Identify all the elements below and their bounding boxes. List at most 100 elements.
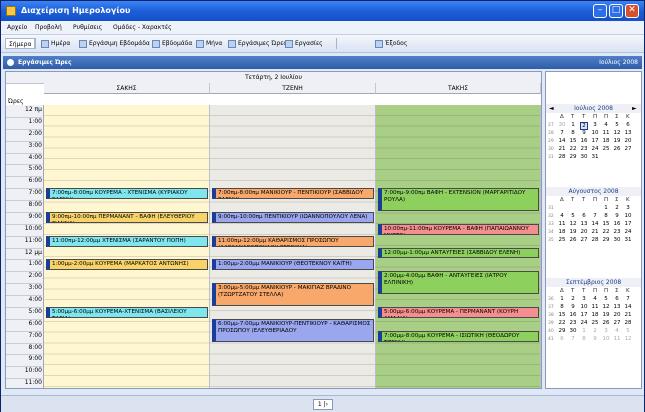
minicalendar-day[interactable]: 2 — [580, 122, 588, 130]
appointment-block[interactable]: 5:00μμ-6:00μμ ΚΟΥΡΕΜΑ-ΧΤΕΝΙΣΜΑ (ΒΑΣΙΛΕΙΟ… — [46, 306, 208, 318]
minicalendar-day[interactable]: 30 — [569, 328, 577, 334]
minicalendar-day[interactable]: 26 — [569, 237, 577, 243]
minicalendar-day[interactable]: 31 — [624, 237, 632, 243]
minicalendar-day[interactable]: 3 — [624, 205, 632, 211]
minicalendar-day[interactable]: 14 — [558, 138, 566, 144]
appointment-block[interactable]: 12:00μμ-1:00μμ ΑΝΤΑΥΓΕΙΕΣ (ΣΑΒΒΙΔΟΥ ΕΛΕΝ… — [378, 247, 539, 259]
minicalendar-day[interactable]: 15 — [558, 312, 566, 318]
appointment-block[interactable]: 6:00μμ-7:00μμ ΜΑΝΙΚΙΟΥΡ-ΠΕΝΤΙΚΙΟΥΡ - ΚΑΘ… — [212, 318, 374, 342]
minicalendar-day[interactable]: 12 — [569, 221, 577, 227]
minicalendar-day[interactable]: 3 — [580, 296, 588, 302]
minicalendar-day[interactable]: 3 — [602, 328, 610, 334]
minicalendar-day[interactable]: 27 — [580, 237, 588, 243]
minicalendar-day[interactable]: 10 — [624, 213, 632, 219]
minicalendar-day[interactable]: 8 — [569, 130, 577, 136]
minicalendar-day[interactable]: 3 — [591, 122, 599, 128]
tasks-button[interactable]: Εργασίες — [285, 38, 323, 49]
minicalendar-day[interactable]: 9 — [569, 304, 577, 310]
month-view-button[interactable]: Μήνα — [196, 38, 222, 49]
minicalendar-day[interactable]: 12 — [624, 336, 632, 342]
minicalendar-day[interactable]: 30 — [580, 154, 588, 160]
minicalendar-day[interactable]: 9 — [613, 213, 621, 219]
minicalendar-day[interactable]: 14 — [624, 304, 632, 310]
minicalendar-day[interactable]: 23 — [569, 320, 577, 326]
menu-settings[interactable]: Ρυθμίσεις — [73, 24, 102, 31]
minicalendar-day[interactable]: 1 — [602, 205, 610, 211]
minicalendar-day[interactable]: 28 — [591, 237, 599, 243]
appointment-block[interactable]: 2:00μμ-4:00μμ ΒΑΦΗ - ΑΝΤΑΥΓΕΙΕΣ (ΙΑΤΡΟΥ … — [378, 271, 539, 294]
maximize-button[interactable]: □ — [609, 4, 623, 18]
day-view-button[interactable]: Ημέρα — [41, 38, 70, 49]
column-header-tzeni[interactable]: ΤΖΕΝΗ — [210, 83, 376, 94]
minicalendar-day[interactable]: 2 — [591, 328, 599, 334]
minicalendar-day[interactable]: 21 — [624, 312, 632, 318]
minicalendar-day[interactable]: 1 — [558, 296, 566, 302]
minicalendar-day[interactable]: 1 — [580, 328, 588, 334]
exit-button[interactable]: Έξοδος — [375, 38, 407, 49]
minicalendar-day[interactable]: 4 — [558, 213, 566, 219]
menu-groups[interactable]: Ομάδες - Χαρακτές — [113, 24, 172, 31]
appointment-block[interactable]: 11:00πμ-12:00μμ ΧΤΕΝΙΣΜΑ (ΣΑΡΑΝΤΟΥ ΠΟΠΗ) — [46, 235, 208, 247]
minicalendar-day[interactable]: 7 — [591, 213, 599, 219]
minicalendar-day[interactable]: 16 — [569, 312, 577, 318]
minicalendar-day[interactable]: 17 — [624, 221, 632, 227]
menu-view[interactable]: Προβολή — [35, 24, 62, 31]
column-header-sakis[interactable]: ΣΑΚΗΣ — [44, 83, 210, 94]
minicalendar-day[interactable]: 26 — [613, 146, 621, 152]
appointment-block[interactable]: 3:00μμ-5:00μμ ΜΑΝΙΚΙΟΥΡ - ΜΑΚΙΓΙΑΖ ΒΡΑΔΙ… — [212, 283, 374, 306]
minicalendar-day[interactable]: 24 — [580, 320, 588, 326]
minicalendar-day[interactable]: 18 — [591, 312, 599, 318]
minicalendar-day[interactable]: 4 — [602, 122, 610, 128]
minicalendar-day[interactable]: 5 — [569, 213, 577, 219]
minicalendar-day[interactable]: 29 — [602, 237, 610, 243]
minicalendar-day[interactable]: 5 — [624, 328, 632, 334]
minicalendar-day[interactable]: 15 — [569, 138, 577, 144]
minicalendar-day[interactable]: 9 — [591, 336, 599, 342]
minicalendar-day[interactable]: 13 — [580, 221, 588, 227]
minicalendar-day[interactable]: 25 — [602, 146, 610, 152]
minicalendar-day[interactable]: 23 — [580, 146, 588, 152]
minicalendar-day[interactable]: 28 — [558, 154, 566, 160]
minicalendar-day[interactable]: 26 — [602, 320, 610, 326]
minicalendar-day[interactable]: 23 — [613, 229, 621, 235]
minicalendar-day[interactable]: 19 — [569, 229, 577, 235]
minicalendar-day[interactable]: 7 — [624, 296, 632, 302]
minicalendar-day[interactable]: 25 — [558, 237, 566, 243]
minicalendar-day[interactable]: 30 — [558, 122, 566, 128]
minicalendar-day[interactable]: 22 — [558, 320, 566, 326]
minicalendar-day[interactable]: 19 — [602, 312, 610, 318]
minicalendar-day[interactable]: 8 — [602, 213, 610, 219]
minicalendar-day[interactable]: 10 — [602, 336, 610, 342]
work-hours-button[interactable]: Εργάσιμες Ώρες — [228, 38, 287, 49]
minicalendar-day[interactable]: 8 — [580, 336, 588, 342]
page-indicator[interactable]: 1 |› — [313, 399, 333, 410]
minicalendar-day[interactable]: 21 — [591, 229, 599, 235]
minicalendar-day[interactable]: 4 — [613, 328, 621, 334]
column-sakis[interactable] — [44, 105, 210, 388]
minicalendar-day[interactable]: 17 — [591, 138, 599, 144]
minicalendar-day[interactable]: 8 — [558, 304, 566, 310]
minicalendar-day[interactable]: 11 — [602, 130, 610, 136]
minicalendar-day[interactable]: 7 — [569, 336, 577, 342]
minicalendar-day[interactable]: 20 — [613, 312, 621, 318]
minicalendar-day[interactable]: 20 — [580, 229, 588, 235]
minicalendar-day[interactable]: 24 — [624, 229, 632, 235]
appointment-block[interactable]: 1:00μμ-2:00μμ ΚΟΥΡΕΜΑ (ΜΑΡΚΑΤΟΣ ΑΝΤΩΝΗΣ) — [46, 259, 208, 271]
minicalendar-day[interactable]: 15 — [602, 221, 610, 227]
minicalendar-day[interactable]: 6 — [558, 336, 566, 342]
minicalendar-day[interactable]: 25 — [591, 320, 599, 326]
minicalendar-day[interactable]: 18 — [602, 138, 610, 144]
minicalendar-day[interactable]: 12 — [602, 304, 610, 310]
column-header-takis[interactable]: ΤΑΚΗΣ — [376, 83, 541, 94]
minicalendar-day[interactable]: 12 — [613, 130, 621, 136]
minicalendar-day[interactable]: 27 — [613, 320, 621, 326]
minimize-button[interactable]: – — [593, 4, 607, 18]
minicalendar-day[interactable]: 13 — [624, 130, 632, 136]
minicalendar-day[interactable]: 5 — [613, 122, 621, 128]
appointment-block[interactable]: 7:00πμ-9:00πμ ΒΑΦΗ - EXTENSION (ΜΑΡΓΑΡΙΤ… — [378, 188, 539, 211]
minicalendar-day[interactable]: 29 — [569, 154, 577, 160]
minicalendar-day[interactable]: 16 — [613, 221, 621, 227]
minicalendar-day[interactable]: 10 — [580, 304, 588, 310]
minicalendar-day[interactable]: 11 — [558, 221, 566, 227]
appointment-block[interactable]: 5:00μμ-6:00μμ ΚΟΥΡΕΜΑ - ΠΕΡΜΑΝΑΝΤ (ΚΟΥΡΗ… — [378, 306, 539, 318]
